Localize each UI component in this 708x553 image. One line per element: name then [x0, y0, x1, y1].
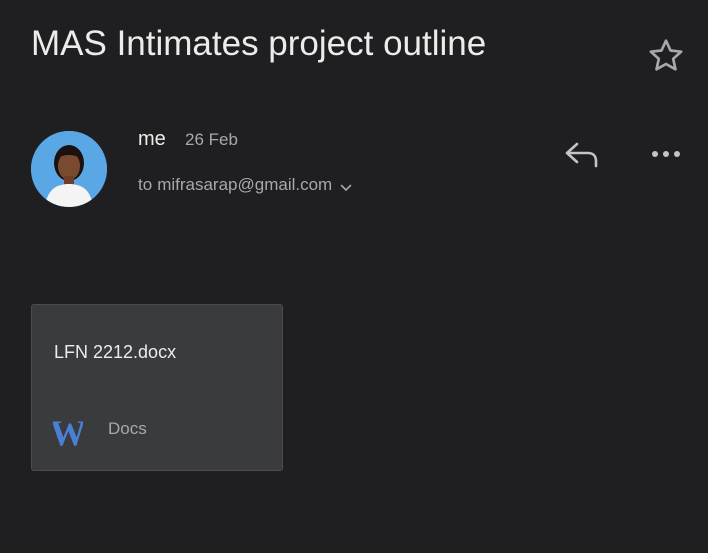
star-outline-icon[interactable] — [646, 36, 686, 76]
chevron-down-icon — [340, 184, 352, 192]
email-date: 26 Feb — [185, 130, 238, 149]
svg-text:W: W — [53, 415, 83, 449]
recipient-address: mifrasarap@gmail.com — [157, 175, 333, 194]
to-label: to — [138, 175, 153, 194]
word-doc-icon: W — [53, 415, 83, 449]
sender-name: me — [138, 128, 166, 150]
attachment-type-label: Docs — [108, 419, 147, 438]
attachment-card[interactable]: LFN 2212.docx W Docs — [31, 304, 283, 471]
attachment-filename: LFN 2212.docx — [54, 342, 177, 362]
reply-icon[interactable] — [562, 136, 602, 172]
recipient-details-toggle[interactable]: to mifrasarap@gmail.com — [138, 174, 354, 196]
email-view: MAS Intimates project outline me 26 Feb … — [0, 0, 708, 553]
more-horizontal-icon[interactable] — [648, 140, 684, 168]
email-subject: MAS Intimates project outline — [31, 24, 487, 63]
avatar[interactable] — [31, 131, 107, 207]
